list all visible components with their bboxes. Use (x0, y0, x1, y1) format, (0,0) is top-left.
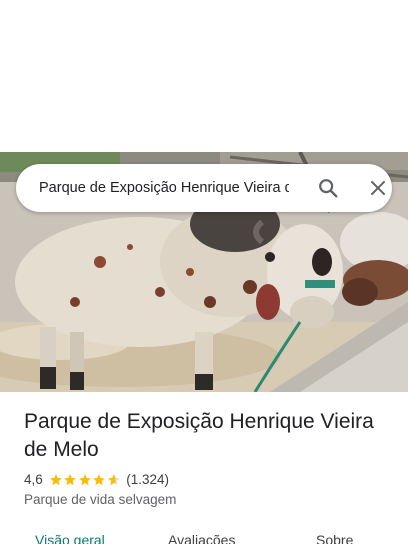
tab-overview[interactable]: Visão geral (35, 532, 105, 544)
rating-value: 4,6 (24, 472, 43, 487)
star-icon (78, 473, 91, 485)
place-tabs: Visão geral Avaliações Sobre (0, 528, 408, 544)
search-button[interactable] (304, 164, 352, 212)
tab-about[interactable]: Sobre (316, 532, 353, 544)
star-half-icon (107, 473, 120, 485)
search-icon (319, 179, 338, 198)
place-category[interactable]: Parque de vida selvagem (24, 492, 394, 507)
tab-reviews[interactable]: Avaliações (168, 532, 235, 544)
place-info: Parque de Exposição Henrique Vieira de M… (24, 408, 394, 507)
place-title: Parque de Exposição Henrique Vieira de M… (24, 410, 374, 461)
search-bar[interactable]: Parque de Exposição Henrique Vieira de M… (16, 164, 392, 212)
star-icon (64, 473, 77, 485)
map-area (0, 0, 408, 152)
close-button[interactable] (354, 164, 402, 212)
star-icon (93, 473, 106, 485)
star-icon (49, 473, 62, 485)
search-input[interactable]: Parque de Exposição Henrique Vieira de M… (39, 180, 289, 196)
rating-row[interactable]: 4,6 (1.324) (24, 472, 394, 487)
review-count[interactable]: (1.324) (126, 472, 169, 487)
rating-stars (49, 473, 122, 487)
close-icon (371, 181, 385, 195)
